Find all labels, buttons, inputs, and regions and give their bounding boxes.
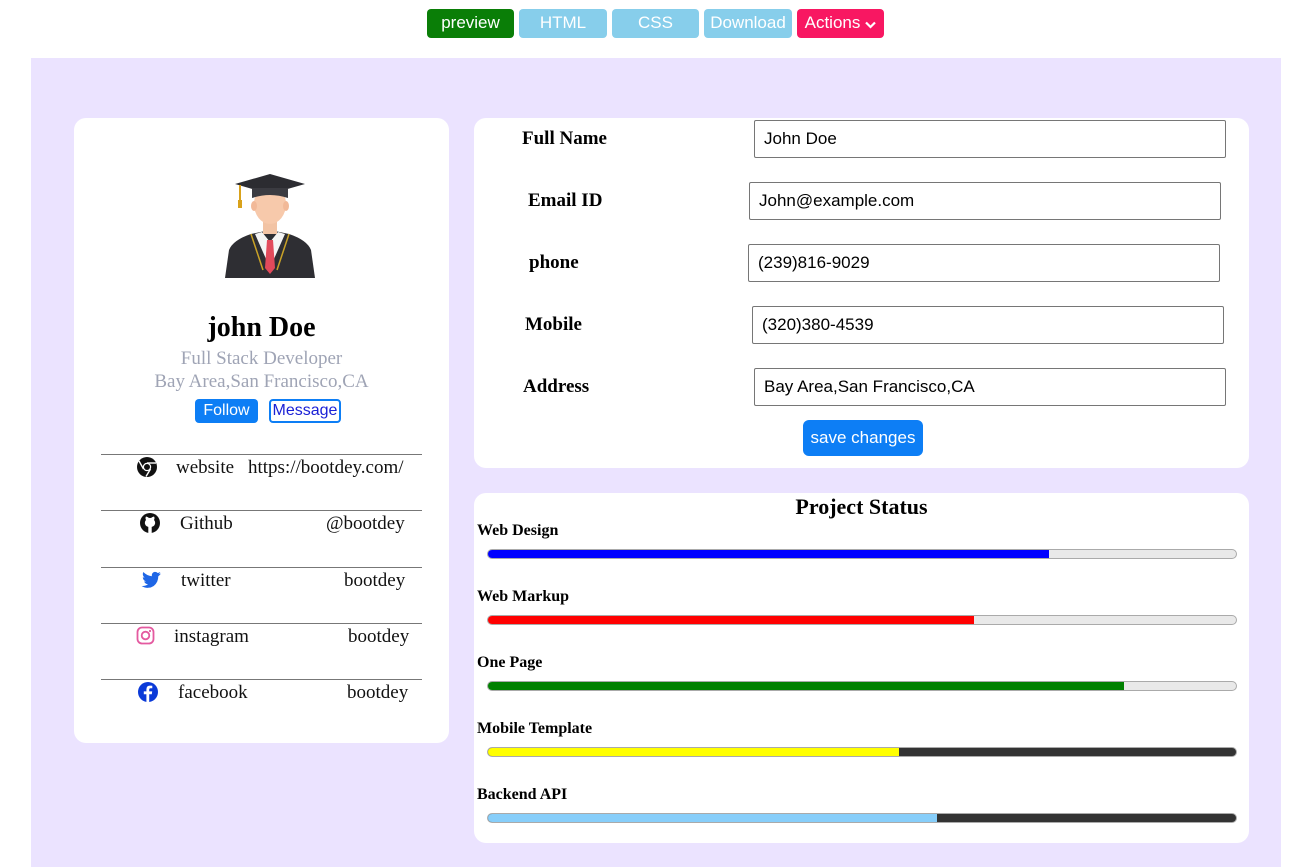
actions-dropdown-button[interactable]: Actions [797,9,884,38]
phone-label: phone [529,252,579,273]
css-button[interactable]: CSS [612,9,699,38]
social-label: instagram [174,626,249,647]
profile-form-card [474,118,1249,468]
divider [101,454,422,455]
email-label: Email ID [528,190,603,211]
social-label: website [176,457,235,478]
progress-fill [488,748,900,756]
html-button[interactable]: HTML [519,9,607,38]
divider [101,679,422,680]
chrome-icon [136,456,158,478]
progress-fill [488,616,975,624]
address-input[interactable]: Bay Area,San Francisco,CA [754,368,1226,406]
divider [101,510,422,511]
progress-fill [488,682,1124,690]
preview-button[interactable]: preview [427,9,514,38]
progress-fill [488,814,937,822]
download-button[interactable]: Download [704,9,792,38]
progress-label: Web Markup [477,588,570,605]
social-link[interactable]: bootdey [348,626,409,648]
progress-bar [487,681,1237,691]
twitter-icon [140,569,162,591]
progress-bar [487,747,1237,757]
project-status-title: Project Status [795,494,928,519]
message-button[interactable]: Message [269,399,341,423]
social-link[interactable]: bootdey [344,570,405,592]
profile-location: Bay Area,San Francisco,CA [154,371,369,392]
divider [101,567,422,568]
project-status-card [474,493,1249,843]
progress-bar [487,549,1237,559]
social-link[interactable]: bootdey [347,682,408,704]
divider [101,623,422,624]
social-label: twitter [181,570,231,591]
social-link[interactable]: https://bootdey.com/ [248,457,404,479]
social-label: facebook [178,682,248,703]
progress-label: Web Design [477,522,559,539]
progress-label: One Page [477,654,543,671]
progress-label: Backend API [477,786,568,803]
full-name-input[interactable]: John Doe [754,120,1226,158]
top-toolbar: preview HTML CSS Download Actions [0,9,1310,38]
github-icon [139,512,161,534]
facebook-icon [137,681,159,703]
graduate-avatar-icon [221,170,319,280]
chevron-down-icon [865,10,877,38]
save-changes-button[interactable]: save changes [803,420,923,456]
social-label: Github [180,513,233,534]
mobile-input[interactable]: (320)380-4539 [752,306,1224,344]
phone-input[interactable]: (239)816-9029 [748,244,1220,282]
social-link[interactable]: @bootdey [326,513,405,535]
progress-bar [487,615,1237,625]
full-name-label: Full Name [522,128,607,149]
address-label: Address [523,376,590,397]
follow-button[interactable]: Follow [195,399,258,423]
progress-bar [487,813,1237,823]
profile-name: john Doe [207,312,316,343]
progress-label: Mobile Template [477,720,593,737]
instagram-icon [135,625,157,647]
mobile-label: Mobile [525,314,582,335]
email-input[interactable]: John@example.com [749,182,1221,220]
profile-role: Full Stack Developer [180,348,343,369]
progress-fill [488,550,1049,558]
